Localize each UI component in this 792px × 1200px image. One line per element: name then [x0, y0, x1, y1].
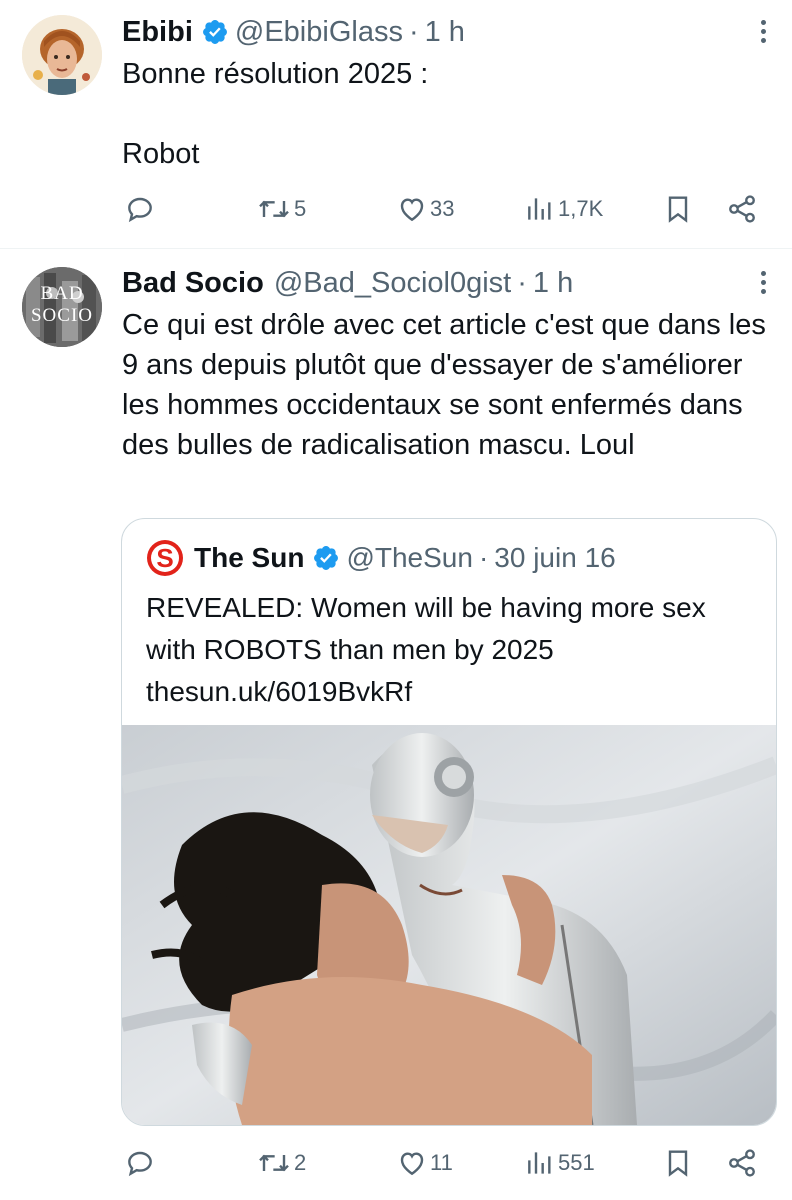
- avatar-label: BAD SOCIO: [30, 283, 93, 326]
- avatar-illustration: [22, 15, 102, 95]
- tweet-text: Ce qui est drôle avec cet article c'est …: [122, 309, 766, 461]
- like-count: 33: [430, 196, 455, 221]
- views-icon: [528, 1152, 551, 1174]
- quote-display-name[interactable]: The Sun: [194, 542, 304, 574]
- reply-button[interactable]: [124, 193, 158, 225]
- action-bar: 5 33 1,7K: [0, 191, 792, 231]
- views-icon: [528, 198, 551, 220]
- retweet-count: 2: [294, 1150, 307, 1175]
- separator: ·: [408, 15, 419, 48]
- separator: ·: [478, 542, 489, 573]
- avatar-bad-socio[interactable]: BAD SOCIO: [22, 267, 102, 347]
- views-count: 551: [558, 1150, 595, 1175]
- views-button[interactable]: 551: [524, 1147, 595, 1179]
- bookmark-icon: [668, 196, 688, 223]
- photo-illustration: [122, 725, 776, 1125]
- like-button[interactable]: 11: [396, 1147, 453, 1179]
- bookmark-button[interactable]: [662, 193, 694, 225]
- display-name[interactable]: Bad Socio: [122, 267, 264, 300]
- tweet-header: Bad Socio @Bad_Sociol0gist · 1 h: [122, 265, 573, 301]
- quote-photo[interactable]: [122, 725, 776, 1125]
- bookmark-icon: [668, 1150, 688, 1177]
- verified-icon: [201, 18, 229, 46]
- reply-icon: [128, 1151, 152, 1177]
- share-button[interactable]: [726, 1147, 758, 1179]
- quoted-tweet[interactable]: S The Sun @TheSun · 30 juin 16 REVEALED:…: [121, 518, 777, 1126]
- quote-text: REVEALED: Women will be having more sex …: [146, 592, 706, 707]
- timestamp[interactable]: 1 h: [425, 16, 465, 49]
- retweet-button[interactable]: 5: [256, 193, 306, 225]
- handle[interactable]: @Bad_Sociol0gist: [274, 267, 511, 300]
- bookmark-button[interactable]: [662, 1147, 694, 1179]
- share-icon: [729, 195, 755, 223]
- quote-timestamp[interactable]: 30 juin 16: [494, 542, 615, 574]
- share-icon: [729, 1149, 755, 1177]
- tweet-bad-socio[interactable]: BAD SOCIO Bad Socio @Bad_Sociol0gist · 1…: [0, 249, 792, 1200]
- more-icon[interactable]: [756, 267, 770, 301]
- like-count: 11: [430, 1150, 453, 1175]
- reply-icon: [128, 197, 152, 223]
- retweet-icon: [259, 1154, 289, 1172]
- more-icon[interactable]: [756, 16, 770, 50]
- the-sun-logo: S: [146, 539, 184, 577]
- quote-handle[interactable]: @TheSun: [346, 542, 473, 574]
- tweet-text: Bonne résolution 2025 : Robot: [122, 58, 429, 170]
- share-button[interactable]: [726, 193, 758, 225]
- reply-button[interactable]: [124, 1147, 158, 1179]
- logo-letter: S: [156, 543, 174, 573]
- quote-header: S The Sun @TheSun · 30 juin 16: [146, 539, 616, 577]
- action-bar: 2 11 551: [0, 1145, 792, 1185]
- verified-icon: [312, 544, 340, 572]
- separator: ·: [517, 266, 527, 299]
- retweet-button[interactable]: 2: [256, 1147, 306, 1179]
- avatar-ebibi[interactable]: [22, 15, 102, 95]
- timestamp[interactable]: 1 h: [533, 267, 573, 300]
- handle[interactable]: @EbibiGlass: [235, 16, 403, 49]
- like-button[interactable]: 33: [396, 193, 454, 225]
- views-button[interactable]: 1,7K: [524, 193, 603, 225]
- retweet-icon: [259, 200, 289, 218]
- views-count: 1,7K: [558, 196, 604, 221]
- tweet-ebibi[interactable]: Ebibi @EbibiGlass · 1 h Bonne résolution…: [0, 0, 792, 248]
- retweet-count: 5: [294, 196, 307, 221]
- display-name[interactable]: Ebibi: [122, 16, 193, 49]
- tweet-header: Ebibi @EbibiGlass · 1 h: [122, 14, 465, 50]
- like-icon: [400, 198, 424, 222]
- like-icon: [400, 1152, 424, 1176]
